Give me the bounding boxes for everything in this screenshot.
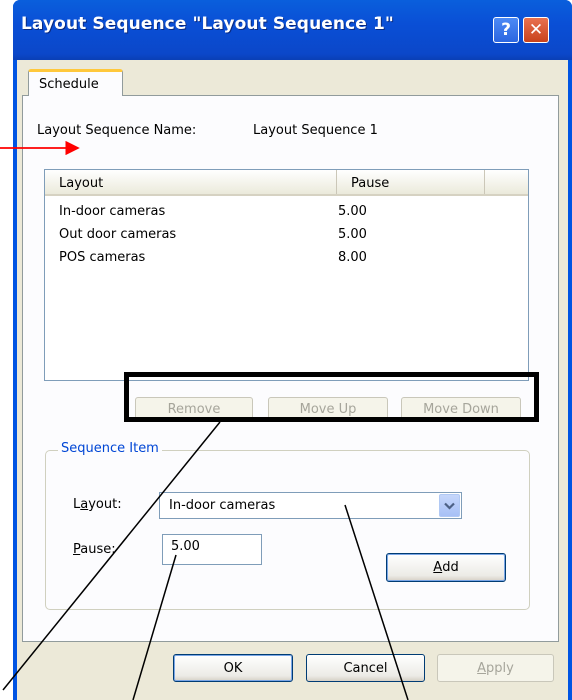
tab-schedule[interactable]: Schedule [28,69,123,96]
annotation-line [132,554,177,700]
annotation-line [2,421,221,691]
annotation-overlay [0,140,409,700]
tab-schedule-label: Schedule [39,76,99,92]
annotation-line [344,504,409,700]
